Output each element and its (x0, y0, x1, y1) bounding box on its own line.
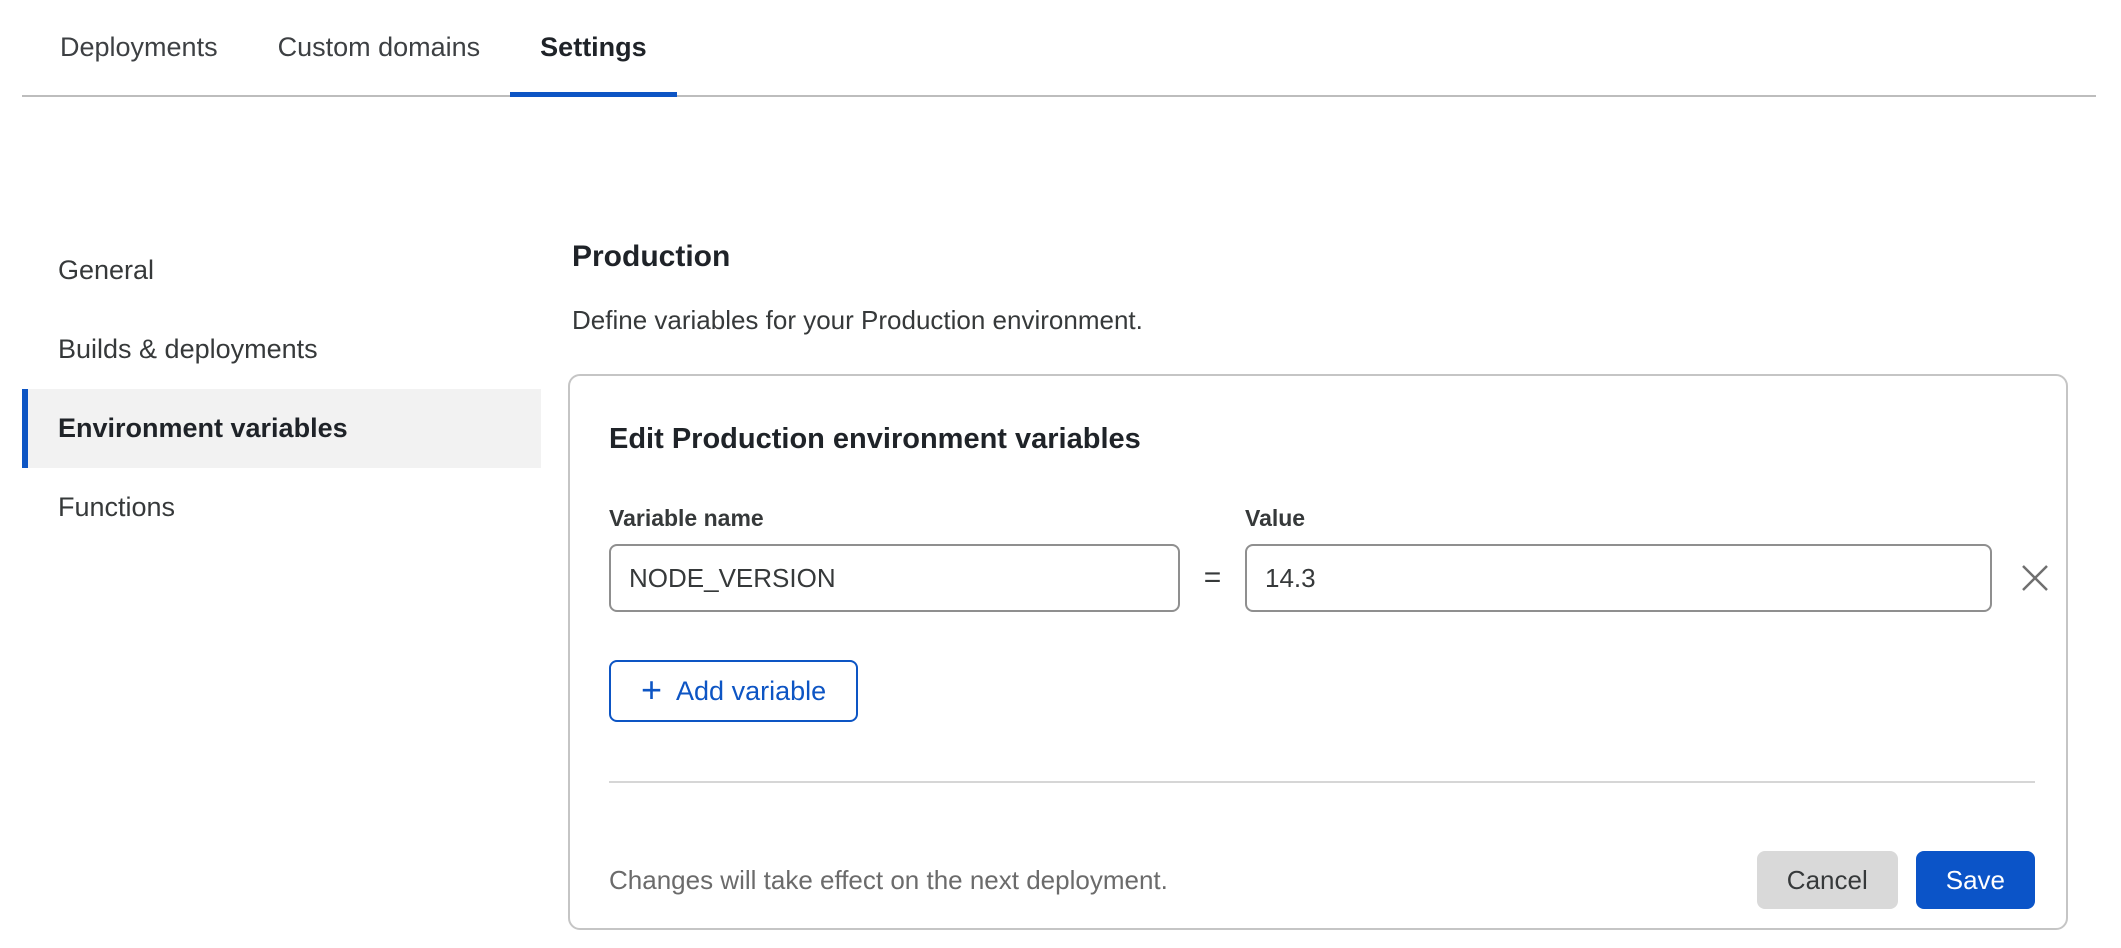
variable-value-input[interactable] (1245, 544, 1992, 612)
equals-sign: = (1180, 544, 1245, 612)
plus-icon: + (641, 672, 662, 708)
variable-row: Variable name = Value (609, 505, 2066, 612)
tab-deployments[interactable]: Deployments (30, 0, 248, 95)
variable-name-field-group: Variable name (609, 505, 1180, 612)
page-title: Production (572, 240, 2121, 274)
page-description: Define variables for your Production env… (572, 305, 2121, 336)
card-title: Edit Production environment variables (609, 423, 2035, 456)
x-icon (2017, 560, 2053, 596)
variable-value-field-group: Value (1245, 505, 1992, 612)
variable-name-label: Variable name (609, 505, 1180, 532)
environment-variables-card: Edit Production environment variables Va… (568, 374, 2068, 930)
tab-bar: Deployments Custom domains Settings (22, 0, 2096, 97)
footer-actions: Cancel Save (1757, 851, 2035, 909)
tab-custom-domains[interactable]: Custom domains (248, 0, 511, 95)
settings-sidebar: General Builds & deployments Environment… (0, 97, 568, 930)
add-variable-button[interactable]: + Add variable (609, 660, 858, 722)
main-panel: Production Define variables for your Pro… (568, 97, 2121, 930)
card-footer: Changes will take effect on the next dep… (609, 851, 2035, 909)
sidebar-item-general[interactable]: General (22, 231, 541, 310)
card-footer-divider (609, 781, 2035, 783)
variable-name-input[interactable] (609, 544, 1180, 612)
settings-content: General Builds & deployments Environment… (0, 97, 2121, 930)
deployment-note: Changes will take effect on the next dep… (609, 865, 1168, 896)
remove-variable-button[interactable] (2004, 544, 2066, 612)
add-variable-label: Add variable (676, 676, 826, 707)
save-button[interactable]: Save (1916, 851, 2035, 909)
sidebar-item-functions[interactable]: Functions (22, 468, 541, 547)
cancel-button[interactable]: Cancel (1757, 851, 1898, 909)
sidebar-item-environment-variables[interactable]: Environment variables (22, 389, 541, 468)
tab-settings[interactable]: Settings (510, 0, 677, 95)
variable-value-label: Value (1245, 505, 1992, 532)
sidebar-item-builds-deployments[interactable]: Builds & deployments (22, 310, 541, 389)
